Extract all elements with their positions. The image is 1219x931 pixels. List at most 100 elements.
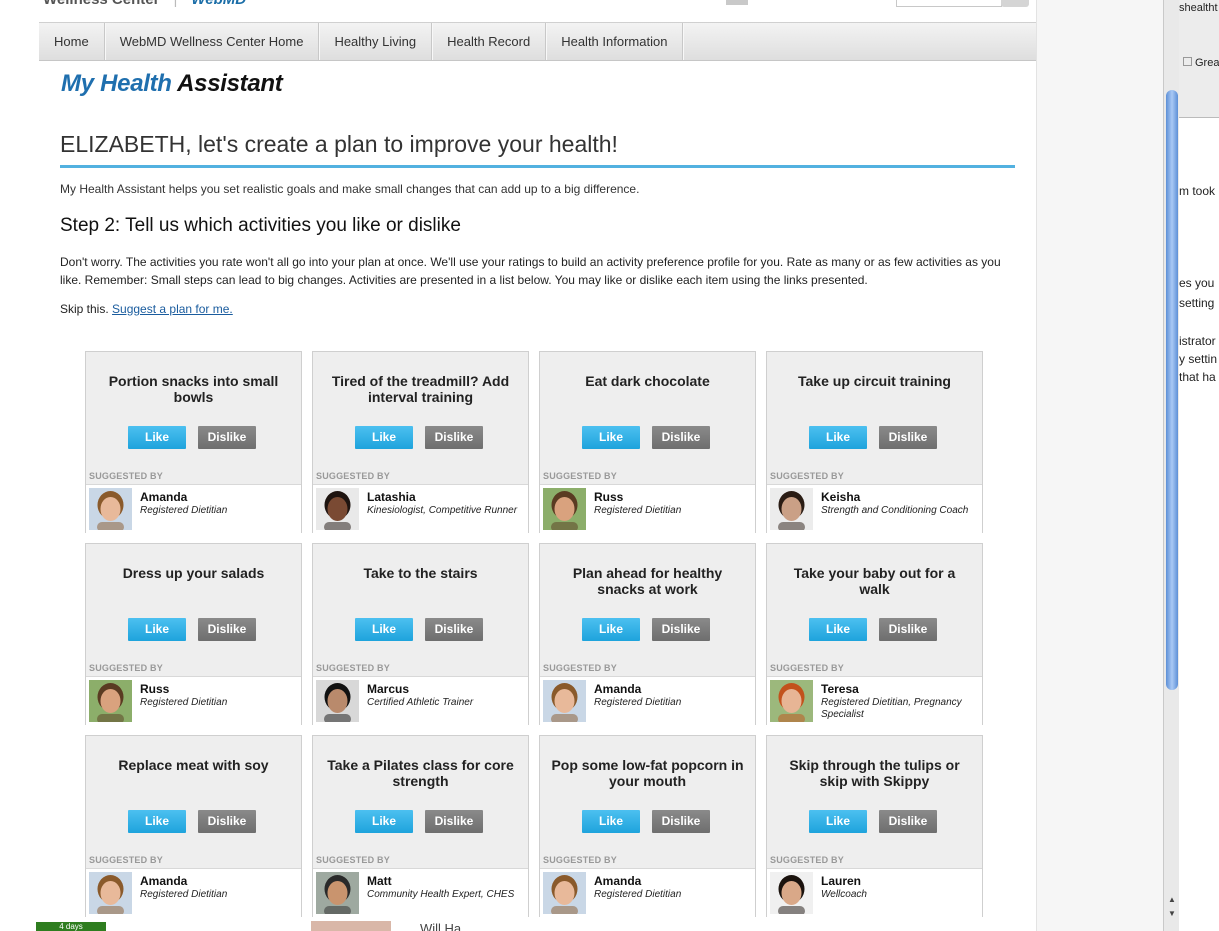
avatar xyxy=(89,680,132,722)
card-header: Take your baby out for a walk Like Dislike… xyxy=(767,544,982,676)
days-badge: 4 days xyxy=(36,922,106,931)
background-text-2: Grea xyxy=(1183,57,1219,69)
suggester-role: Registered Dietitian xyxy=(594,889,682,900)
logo-text: Wellness Center xyxy=(43,0,159,8)
page: Wellness Center|WebMD Home WebMD Wellnes… xyxy=(39,0,1036,931)
app-title-part1: My Health xyxy=(61,70,172,97)
dislike-button[interactable]: Dislike xyxy=(879,618,937,641)
app-title: My Health Assistant xyxy=(61,70,283,98)
header-button[interactable] xyxy=(726,0,748,5)
site-logo[interactable]: Wellness Center|WebMD xyxy=(43,0,246,8)
activity-title: Dress up your salads xyxy=(122,565,265,581)
suggester-name: Amanda xyxy=(594,874,642,888)
main-nav: Home WebMD Wellness Center Home Healthy … xyxy=(39,22,1036,61)
suggester: Amanda Registered Dietitian xyxy=(540,676,755,725)
like-button[interactable]: Like xyxy=(809,810,867,833)
like-button[interactable]: Like xyxy=(582,618,640,641)
dislike-button[interactable]: Dislike xyxy=(425,618,483,641)
left-gutter xyxy=(0,0,39,931)
like-button[interactable]: Like xyxy=(355,618,413,641)
background-text-7: y settin xyxy=(1179,352,1218,366)
suggested-by-label: SUGGESTED BY xyxy=(89,471,163,481)
dislike-button[interactable]: Dislike xyxy=(879,810,937,833)
app-title-part2: Assistant xyxy=(177,70,283,97)
suggested-by-label: SUGGESTED BY xyxy=(543,855,617,865)
scroll-down-arrow[interactable]: ▼ xyxy=(1166,908,1178,920)
like-button[interactable]: Like xyxy=(355,810,413,833)
background-window: shealtht Grea m took es you setting istr… xyxy=(1179,0,1219,931)
suggester: Marcus Certified Athletic Trainer xyxy=(313,676,528,725)
top-header: Wellness Center|WebMD xyxy=(39,0,1036,22)
dislike-button[interactable]: Dislike xyxy=(198,810,256,833)
scroll-up-arrow[interactable]: ▲ xyxy=(1166,894,1178,906)
nav-item-health-information[interactable]: Health Information xyxy=(546,23,684,60)
card-header: Dress up your salads Like Dislike SUGGESTED… xyxy=(86,544,301,676)
dislike-button[interactable]: Dislike xyxy=(879,426,937,449)
suggested-by-label: SUGGESTED BY xyxy=(770,663,844,673)
like-button[interactable]: Like xyxy=(128,618,186,641)
bottom-image xyxy=(311,921,391,931)
step-title: Step 2: Tell us which activities you lik… xyxy=(60,215,461,236)
card-header: Take up circuit training Like Dislike SUGGE… xyxy=(767,352,982,484)
dislike-button[interactable]: Dislike xyxy=(652,426,710,449)
suggester-role: Registered Dietitian xyxy=(140,505,228,516)
suggester-name: Russ xyxy=(594,490,624,504)
suggester-name: Amanda xyxy=(140,490,188,504)
nav-item-healthy-living[interactable]: Healthy Living xyxy=(319,23,433,60)
suggester-name: Marcus xyxy=(367,682,410,696)
avatar xyxy=(770,680,813,722)
search-input[interactable] xyxy=(896,0,1002,7)
avatar xyxy=(89,488,132,530)
background-text-6: istrator xyxy=(1179,334,1216,348)
like-button[interactable]: Like xyxy=(582,810,640,833)
suggested-by-label: SUGGESTED BY xyxy=(770,471,844,481)
like-button[interactable]: Like xyxy=(128,426,186,449)
suggester-name: Matt xyxy=(367,874,392,888)
like-button[interactable]: Like xyxy=(809,426,867,449)
suggester-name: Russ xyxy=(140,682,170,696)
dislike-button[interactable]: Dislike xyxy=(425,426,483,449)
suggested-by-label: SUGGESTED BY xyxy=(316,855,390,865)
bottom-text: Will Ha xyxy=(420,921,462,931)
background-text-1: shealtht xyxy=(1179,2,1218,14)
dislike-button[interactable]: Dislike xyxy=(198,426,256,449)
like-button[interactable]: Like xyxy=(582,426,640,449)
suggested-by-label: SUGGESTED BY xyxy=(770,855,844,865)
dislike-button[interactable]: Dislike xyxy=(198,618,256,641)
card-header: Tired of the treadmill? Add interval tra… xyxy=(313,352,528,484)
suggester-name: Teresa xyxy=(821,682,859,696)
search-button[interactable] xyxy=(1001,0,1029,7)
suggester-role: Community Health Expert, CHES xyxy=(367,889,515,900)
activity-card: Replace meat with soy Like Dislike SUGGESTE… xyxy=(85,735,302,917)
suggester-role: Wellcoach xyxy=(821,889,867,900)
like-button[interactable]: Like xyxy=(355,426,413,449)
suggest-plan-link[interactable]: Suggest a plan for me. xyxy=(112,302,233,316)
nav-item-wellness-center-home[interactable]: WebMD Wellness Center Home xyxy=(105,23,320,60)
nav-item-health-record[interactable]: Health Record xyxy=(432,23,547,60)
nav-item-home[interactable]: Home xyxy=(39,23,105,60)
suggester: Russ Registered Dietitian xyxy=(86,676,301,725)
bottom-strip: 4 days Will Ha xyxy=(0,920,1163,931)
like-button[interactable]: Like xyxy=(128,810,186,833)
suggester: Keisha Strength and Conditioning Coach xyxy=(767,484,982,533)
dislike-button[interactable]: Dislike xyxy=(652,810,710,833)
dislike-button[interactable]: Dislike xyxy=(652,618,710,641)
vertical-scrollbar[interactable]: ▲ ▼ xyxy=(1163,0,1180,931)
suggester-name: Amanda xyxy=(594,682,642,696)
activity-title: Eat dark chocolate xyxy=(585,373,710,389)
like-button[interactable]: Like xyxy=(809,618,867,641)
suggester-name: Latashia xyxy=(367,490,416,504)
card-header: Eat dark chocolate Like Dislike SUGGESTED B… xyxy=(540,352,755,484)
suggested-by-label: SUGGESTED BY xyxy=(89,855,163,865)
headline-rule xyxy=(60,165,1015,168)
avatar xyxy=(543,680,586,722)
suggester-role: Registered Dietitian, Pregnancy Speciali… xyxy=(821,697,962,720)
avatar xyxy=(316,680,359,722)
scrollbar-thumb[interactable] xyxy=(1166,90,1178,690)
page-headline: ELIZABETH, let's create a plan to improv… xyxy=(60,131,618,157)
suggester: Amanda Registered Dietitian xyxy=(86,868,301,917)
avatar xyxy=(89,872,132,914)
card-header: Replace meat with soy Like Dislike SUGGESTE… xyxy=(86,736,301,868)
dislike-button[interactable]: Dislike xyxy=(425,810,483,833)
brand-logo: WebMD xyxy=(191,0,246,8)
